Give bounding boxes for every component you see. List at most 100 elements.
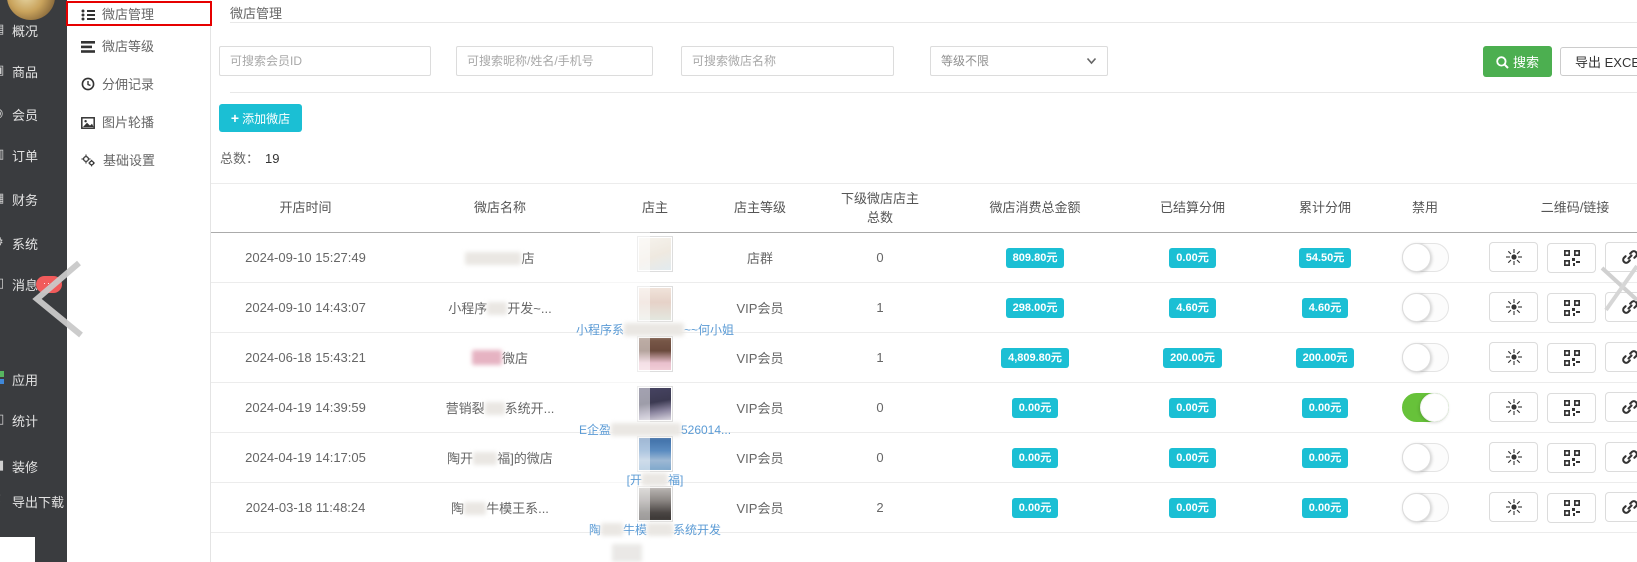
miniprogram-code-button[interactable] [1489, 442, 1538, 472]
disable-toggle[interactable] [1402, 343, 1449, 372]
plus-icon: + [231, 110, 239, 126]
link-button[interactable] [1605, 242, 1637, 272]
settled-badge: 0.00元 [1169, 398, 1215, 418]
disable-toggle[interactable] [1402, 393, 1449, 422]
settled-badge: 0.00元 [1169, 248, 1215, 268]
sidebar-item-orders[interactable]: ▥订单 [0, 145, 67, 165]
accrued-badge: 0.00元 [1302, 448, 1348, 468]
gear-icon: ⚙ [0, 234, 8, 250]
qr-code-button[interactable] [1547, 243, 1596, 273]
amount-badge: 0.00元 [1012, 448, 1058, 468]
miniprogram-code-button[interactable] [1489, 242, 1538, 272]
link-button[interactable] [1605, 292, 1637, 322]
sidebar-item-members[interactable]: ◉会员 [0, 104, 67, 124]
settled-badge: 0.00元 [1169, 448, 1215, 468]
amount-badge: 0.00元 [1012, 498, 1058, 518]
header-owner: 店主 [600, 184, 710, 233]
qr-code-button[interactable] [1547, 443, 1596, 473]
weidian-submenu: 微店管理 微店等级 分佣记录 图片轮播 基础设置 [67, 0, 211, 562]
sidebar-item-apps[interactable]: 应用 [0, 369, 67, 389]
cell-owner [600, 233, 710, 283]
table-row: 2024-04-19 14:39:59 营销裂系统开... E企盈526014.… [211, 383, 1637, 433]
sidebar-item-system[interactable]: ⚙系统 [0, 233, 67, 253]
header-accrued-commission: 累计分佣 [1265, 184, 1385, 233]
disable-toggle[interactable] [1402, 243, 1449, 272]
qr-code-button[interactable] [1547, 343, 1596, 373]
cell-store-name: 陶开福]的微店 [400, 433, 600, 483]
header-sub-owners: 下级微店店主总数 [810, 184, 950, 233]
cell-sub-count: 0 [810, 433, 950, 483]
qr-code-button[interactable] [1547, 293, 1596, 323]
sidebar-item-export-downloads[interactable]: ↧导出下载 [0, 491, 67, 511]
sidebar-item-stats[interactable]: ◫统计 [0, 410, 67, 430]
nickname-search-input[interactable] [456, 46, 653, 76]
amount-badge: 4,809.80元 [1001, 348, 1069, 368]
accrued-badge: 4.60元 [1302, 298, 1348, 318]
cell-owner: 陶牛模系统开发 [600, 483, 710, 533]
miniprogram-code-icon [1505, 398, 1523, 416]
link-button[interactable] [1605, 492, 1637, 522]
miniprogram-code-button[interactable] [1489, 342, 1538, 372]
cell-owner: 小程序系~~何小姐 [600, 283, 710, 333]
cell-owner-level: 店群 [710, 233, 810, 283]
member-id-search-input[interactable] [219, 46, 431, 76]
qr-code-button[interactable] [1547, 493, 1596, 523]
owner-nickname-link[interactable]: E企盈526014... [579, 421, 731, 438]
censored-text [611, 423, 681, 436]
qr-code-button[interactable] [1547, 393, 1596, 423]
sidebar-item-goods[interactable]: ▣商品 [0, 61, 67, 81]
cell-store-name: 小程序开发~... [400, 283, 600, 333]
miniprogram-code-button[interactable] [1489, 392, 1538, 422]
qr-code-icon [1564, 250, 1580, 266]
apps-grid-icon [0, 370, 8, 386]
main-content: 微店管理 等级不限 搜索 导出 EXCEL +添加微店 总数：19 开店时间 微… [211, 0, 1637, 562]
owner-nickname-link[interactable]: 陶牛模系统开发 [589, 521, 721, 538]
censored-text [642, 473, 668, 486]
page-title: 微店管理 [230, 3, 282, 22]
chevron-down-icon [1086, 57, 1097, 65]
gears-icon [81, 154, 96, 167]
cell-open-time: 2024-06-18 15:43:21 [211, 333, 400, 383]
disable-toggle[interactable] [1402, 493, 1449, 522]
table-row: 2024-04-19 14:17:05 陶开福]的微店 [开福] VIP会员 0… [211, 433, 1637, 483]
miniprogram-code-icon [1505, 298, 1523, 316]
link-button[interactable] [1605, 392, 1637, 422]
link-icon [1621, 498, 1637, 516]
title-divider [230, 22, 1637, 23]
submenu-item-store-level[interactable]: 微店等级 [81, 36, 154, 56]
submenu-item-store-manage[interactable]: 微店管理 [81, 4, 154, 24]
member-icon: ◉ [0, 105, 8, 121]
level-select[interactable]: 等级不限 [930, 46, 1108, 76]
sidebar-item-overview[interactable]: ▤概况 [0, 20, 67, 40]
owner-avatar [637, 436, 673, 472]
disable-toggle[interactable] [1402, 443, 1449, 472]
bars-icon [81, 41, 95, 53]
message-icon: ◧ [0, 275, 8, 291]
submenu-item-basic-settings[interactable]: 基础设置 [81, 150, 155, 170]
submenu-item-image-carousel[interactable]: 图片轮播 [81, 112, 154, 132]
add-store-button[interactable]: +添加微店 [219, 104, 302, 132]
miniprogram-code-button[interactable] [1489, 292, 1538, 322]
owner-nickname-link[interactable]: [开福] [627, 471, 684, 488]
header-open-time: 开店时间 [211, 184, 400, 233]
user-avatar[interactable] [7, 0, 55, 20]
miniprogram-code-button[interactable] [1489, 492, 1538, 522]
censored-text [624, 323, 684, 336]
submenu-item-commission-records[interactable]: 分佣记录 [81, 74, 154, 94]
search-button[interactable]: 搜索 [1483, 46, 1552, 77]
sidebar-item-finance[interactable]: ▦财务 [0, 189, 67, 209]
owner-nickname-link[interactable]: 小程序系~~何小姐 [576, 321, 734, 338]
goods-icon: ▣ [0, 62, 8, 78]
cell-owner [600, 333, 710, 383]
export-excel-button[interactable]: 导出 EXCEL [1560, 47, 1637, 76]
store-name-search-input[interactable] [681, 46, 894, 76]
link-button[interactable] [1605, 442, 1637, 472]
cell-open-time: 2024-09-10 14:43:07 [211, 283, 400, 333]
link-icon [1621, 348, 1637, 366]
disable-toggle[interactable] [1402, 293, 1449, 322]
cell-open-time: 2024-04-19 14:17:05 [211, 433, 400, 483]
link-button[interactable] [1605, 342, 1637, 372]
cell-store-name: 营销裂系统开... [400, 383, 600, 433]
sidebar-item-decorate[interactable]: ◨装修 [0, 456, 67, 476]
qr-code-icon [1564, 350, 1580, 366]
